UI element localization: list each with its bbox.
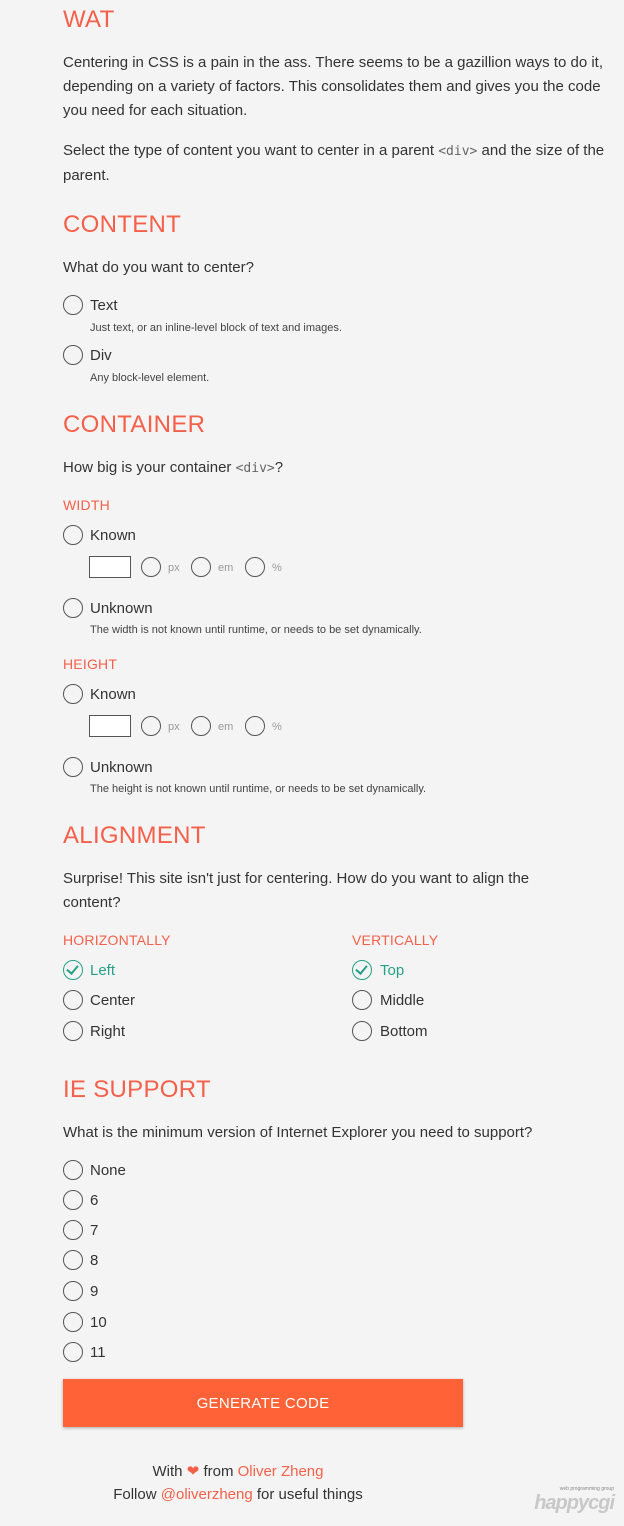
footer-follow-text: Follow [113,1486,157,1503]
alignment-question: Surprise! This site isn't just for cente… [63,870,530,911]
twitter-handle-link[interactable]: @oliverzheng [161,1486,253,1503]
horizontal-heading: HORIZONTALLY [63,932,171,948]
height-em-radio[interactable] [191,716,211,736]
footer-credit: With ❤ from Oliver Zheng [0,1462,476,1480]
width-unknown-label[interactable]: Unknown [90,600,153,617]
container-question-text-b: ? [274,459,284,476]
ie-support-heading: IE SUPPORT [63,1076,211,1103]
wat-heading: WAT [63,6,115,33]
generate-code-button[interactable]: GENERATE CODE [63,1379,463,1427]
author-link[interactable]: Oliver Zheng [238,1463,324,1480]
vertical-heading: VERTICALLY [352,932,439,948]
align-middle-label[interactable]: Middle [380,992,424,1009]
align-center-radio[interactable] [63,990,83,1010]
ie-7-radio[interactable] [63,1220,83,1240]
align-left-radio[interactable] [63,960,83,980]
width-value-input[interactable] [89,556,131,578]
content-text-label[interactable]: Text [90,297,118,314]
wat-instructions-paragraph: Select the type of content you want to c… [63,139,615,188]
ie-6-radio[interactable] [63,1190,83,1210]
ie-9-label[interactable]: 9 [90,1283,98,1300]
height-value-input[interactable] [89,715,131,737]
height-known-radio[interactable] [63,684,83,704]
ie-7-label[interactable]: 7 [90,1222,98,1239]
watermark-brand-text: happycgi [534,1492,615,1514]
ie-8-label[interactable]: 8 [90,1252,98,1269]
width-px-radio[interactable] [141,557,161,577]
width-known-label[interactable]: Known [90,527,136,544]
ie-support-question: What is the minimum version of Internet … [63,1124,533,1141]
wat-intro-paragraph: Centering in CSS is a pain in the ass. T… [63,54,604,119]
alignment-heading: ALIGNMENT [63,822,206,849]
width-percent-radio[interactable] [245,557,265,577]
content-div-radio[interactable] [63,345,83,365]
div-code-tag: <div> [438,144,478,159]
content-question: What do you want to center? [63,259,254,276]
height-heading: HEIGHT [63,656,118,672]
height-percent-radio[interactable] [245,716,265,736]
ie-none-radio[interactable] [63,1160,83,1180]
ie-11-radio[interactable] [63,1342,83,1362]
align-left-label[interactable]: Left [90,962,115,979]
align-top-label[interactable]: Top [380,962,404,979]
content-div-desc: Any block-level element. [90,372,210,384]
width-em-radio[interactable] [191,557,211,577]
container-div-code-tag: <div> [235,461,275,476]
container-question-text-a: How big is your container [63,459,236,476]
width-heading: WIDTH [63,497,110,513]
container-heading: CONTAINER [63,411,206,438]
width-unknown-desc: The width is not known until runtime, or… [90,624,422,636]
content-text-desc: Just text, or an inline-level block of t… [90,322,342,334]
width-known-radio[interactable] [63,525,83,545]
ie-6-label[interactable]: 6 [90,1192,98,1209]
width-percent-label[interactable]: % [272,562,282,574]
ie-10-label[interactable]: 10 [90,1314,107,1331]
footer-tail-text: for useful things [256,1486,363,1503]
align-top-radio[interactable] [352,960,372,980]
align-bottom-label[interactable]: Bottom [380,1023,428,1040]
height-unknown-radio[interactable] [63,757,83,777]
wat-instructions-text-a: Select the type of content you want to c… [63,142,439,159]
width-px-label[interactable]: px [168,562,180,574]
width-em-label[interactable]: em [218,562,233,574]
height-em-label[interactable]: em [218,721,233,733]
container-question: How big is your container <div>? [63,456,615,481]
width-unknown-radio[interactable] [63,598,83,618]
height-px-label[interactable]: px [168,721,180,733]
content-div-label[interactable]: Div [90,347,112,364]
align-center-label[interactable]: Center [90,992,135,1009]
content-heading: CONTENT [63,211,182,238]
height-known-label[interactable]: Known [90,686,136,703]
content-text-radio[interactable] [63,295,83,315]
footer-with-text: With [152,1463,183,1480]
height-unknown-label[interactable]: Unknown [90,759,153,776]
footer-from-text: from [203,1463,234,1480]
align-right-radio[interactable] [63,1021,83,1041]
ie-9-radio[interactable] [63,1281,83,1301]
height-percent-label[interactable]: % [272,721,282,733]
height-px-radio[interactable] [141,716,161,736]
ie-11-label[interactable]: 11 [90,1344,106,1361]
ie-8-radio[interactable] [63,1250,83,1270]
watermark-logo: web programming group happycgi [534,1486,615,1515]
ie-10-radio[interactable] [63,1312,83,1332]
align-middle-radio[interactable] [352,990,372,1010]
height-unknown-desc: The height is not known until runtime, o… [90,783,427,795]
ie-none-label[interactable]: None [90,1162,126,1179]
align-bottom-radio[interactable] [352,1021,372,1041]
align-right-label[interactable]: Right [90,1023,125,1040]
footer-follow: Follow @oliverzheng for useful things [0,1486,476,1503]
heart-icon: ❤ [186,1463,200,1480]
